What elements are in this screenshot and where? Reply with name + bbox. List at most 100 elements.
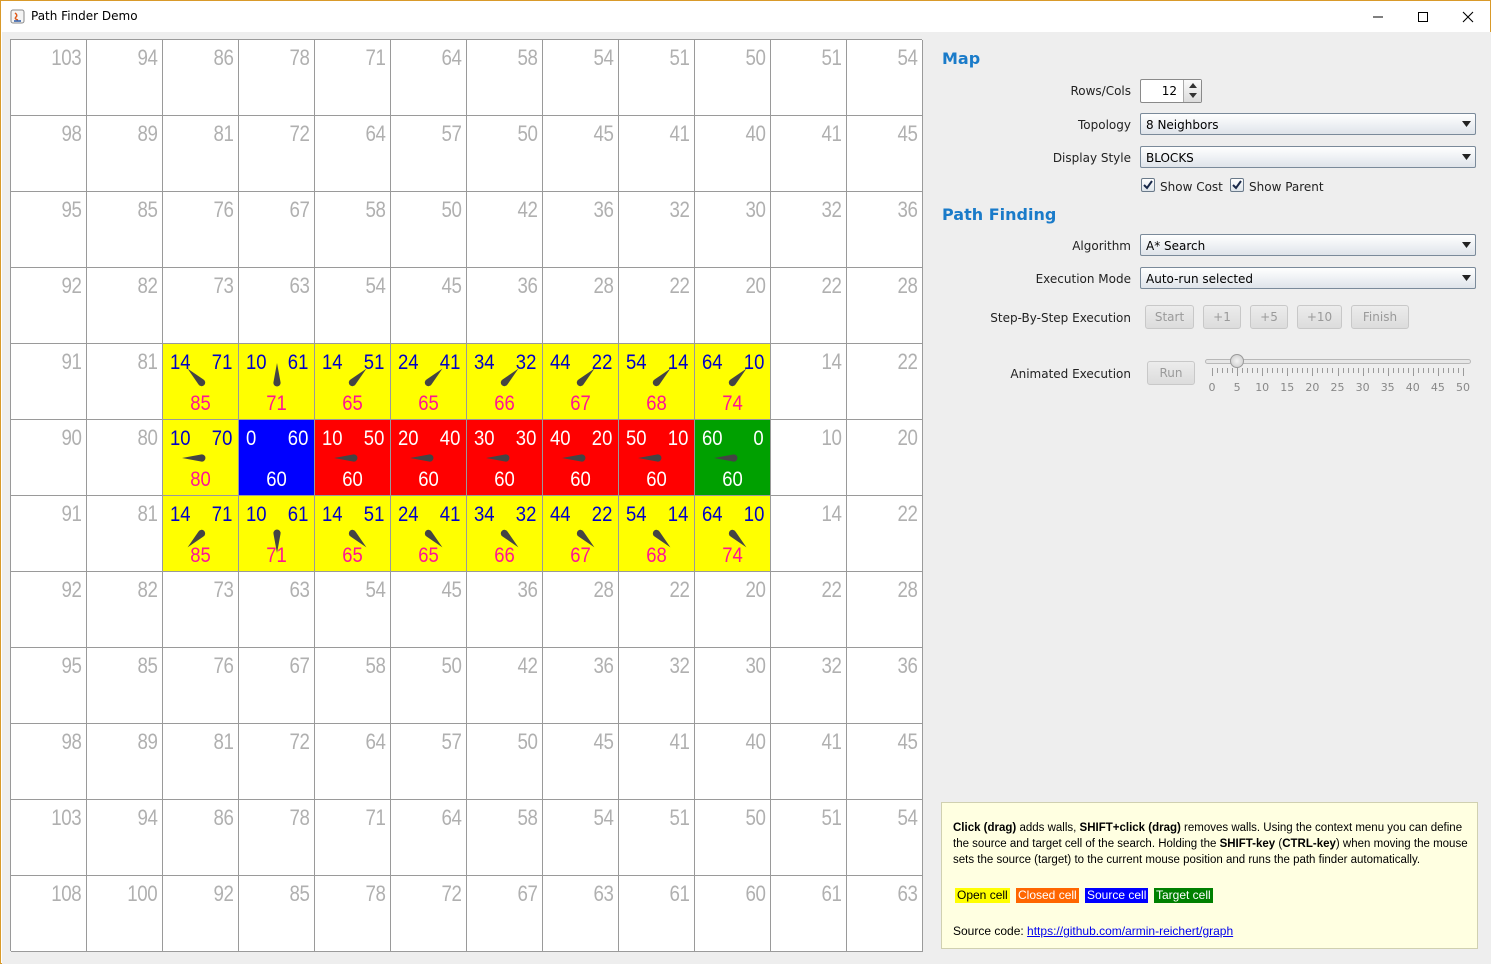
- grid-cell[interactable]: 64: [391, 800, 467, 876]
- grid-cell[interactable]: 64: [315, 724, 391, 800]
- step-plus1-button[interactable]: +1: [1203, 305, 1241, 329]
- grid-cell[interactable]: 95: [11, 648, 87, 724]
- grid-cell[interactable]: 30: [695, 648, 771, 724]
- open-cell[interactable]: 14 71 85: [163, 496, 239, 572]
- spinner-down-icon[interactable]: [1189, 93, 1197, 98]
- grid-cell[interactable]: 36: [847, 648, 923, 724]
- grid-cell[interactable]: 72: [239, 116, 315, 192]
- step-plus10-button[interactable]: +10: [1297, 305, 1342, 329]
- algorithm-combo[interactable]: A* Search: [1140, 234, 1476, 256]
- grid-cell[interactable]: 92: [11, 268, 87, 344]
- closed-cell[interactable]: 40 20 60: [543, 420, 619, 496]
- open-cell[interactable]: 34 32 66: [467, 496, 543, 572]
- grid-cell[interactable]: 51: [771, 40, 847, 116]
- grid-cell[interactable]: 91: [11, 496, 87, 572]
- open-cell[interactable]: 54 14 68: [619, 344, 695, 420]
- closed-cell[interactable]: 50 10 60: [619, 420, 695, 496]
- grid-cell[interactable]: 85: [87, 192, 163, 268]
- open-cell[interactable]: 34 32 66: [467, 344, 543, 420]
- grid-cell[interactable]: 81: [87, 496, 163, 572]
- grid-cell[interactable]: 81: [87, 344, 163, 420]
- chevron-down-icon[interactable]: [1458, 236, 1474, 254]
- grid-cell[interactable]: 71: [315, 800, 391, 876]
- grid-cell[interactable]: 50: [391, 192, 467, 268]
- grid-cell[interactable]: 67: [239, 648, 315, 724]
- grid-cell[interactable]: 63: [847, 876, 923, 952]
- grid-cell[interactable]: 42: [467, 192, 543, 268]
- rows-cols-spinner[interactable]: 12: [1140, 79, 1202, 103]
- grid-cell[interactable]: 36: [467, 572, 543, 648]
- open-cell[interactable]: 54 14 68: [619, 496, 695, 572]
- open-cell[interactable]: 64 10 74: [695, 344, 771, 420]
- grid-cell[interactable]: 81: [163, 116, 239, 192]
- grid-cell[interactable]: 51: [619, 40, 695, 116]
- grid-cell[interactable]: 76: [163, 192, 239, 268]
- grid-cell[interactable]: 41: [771, 116, 847, 192]
- grid-cell[interactable]: 22: [619, 268, 695, 344]
- grid-cell[interactable]: 92: [163, 876, 239, 952]
- grid-cell[interactable]: 45: [847, 724, 923, 800]
- grid-cell[interactable]: 54: [847, 40, 923, 116]
- open-cell[interactable]: 10 61 71: [239, 344, 315, 420]
- grid-cell[interactable]: 45: [391, 572, 467, 648]
- source-code-link[interactable]: https://github.com/armin-reichert/graph: [1027, 924, 1233, 938]
- grid-cell[interactable]: 91: [11, 344, 87, 420]
- closed-cell[interactable]: 10 50 60: [315, 420, 391, 496]
- grid-cell[interactable]: 78: [315, 876, 391, 952]
- grid-cell[interactable]: 22: [771, 268, 847, 344]
- open-cell[interactable]: 44 22 67: [543, 344, 619, 420]
- grid-cell[interactable]: 92: [11, 572, 87, 648]
- grid-cell[interactable]: 32: [771, 192, 847, 268]
- grid-cell[interactable]: 14: [771, 496, 847, 572]
- spinner-arrows[interactable]: [1183, 80, 1201, 102]
- grid-cell[interactable]: 94: [87, 40, 163, 116]
- grid-cell[interactable]: 67: [239, 192, 315, 268]
- grid-cell[interactable]: 41: [619, 116, 695, 192]
- speed-slider-thumb[interactable]: [1230, 354, 1245, 368]
- open-cell[interactable]: 24 41 65: [391, 344, 467, 420]
- grid-cell[interactable]: 20: [695, 268, 771, 344]
- open-cell[interactable]: 64 10 74: [695, 496, 771, 572]
- grid-cell[interactable]: 10: [771, 420, 847, 496]
- grid-cell[interactable]: 71: [315, 40, 391, 116]
- grid-cell[interactable]: 51: [619, 800, 695, 876]
- grid-cell[interactable]: 36: [467, 268, 543, 344]
- title-bar[interactable]: Path Finder Demo: [1, 1, 1490, 32]
- minimize-button[interactable]: [1355, 1, 1401, 32]
- grid-cell[interactable]: 22: [771, 572, 847, 648]
- grid-cell[interactable]: 72: [391, 876, 467, 952]
- display-style-combo[interactable]: BLOCKS: [1140, 146, 1476, 168]
- grid-cell[interactable]: 54: [543, 40, 619, 116]
- grid-cell[interactable]: 54: [543, 800, 619, 876]
- step-start-button[interactable]: Start: [1145, 305, 1194, 329]
- grid-cell[interactable]: 67: [467, 876, 543, 952]
- grid-cell[interactable]: 63: [239, 268, 315, 344]
- grid-cell[interactable]: 73: [163, 572, 239, 648]
- grid-cell[interactable]: 85: [87, 648, 163, 724]
- grid-cell[interactable]: 61: [619, 876, 695, 952]
- grid-cell[interactable]: 32: [619, 192, 695, 268]
- grid-cell[interactable]: 54: [847, 800, 923, 876]
- open-cell[interactable]: 10 70 80: [163, 420, 239, 496]
- grid-cell[interactable]: 40: [695, 116, 771, 192]
- grid-cell[interactable]: 50: [695, 800, 771, 876]
- grid-cell[interactable]: 58: [315, 648, 391, 724]
- run-button[interactable]: Run: [1147, 361, 1195, 385]
- grid-cell[interactable]: 42: [467, 648, 543, 724]
- open-cell[interactable]: 14 71 85: [163, 344, 239, 420]
- maximize-button[interactable]: [1400, 1, 1446, 32]
- grid-cell[interactable]: 81: [163, 724, 239, 800]
- open-cell[interactable]: 14 51 65: [315, 344, 391, 420]
- grid-cell[interactable]: 60: [695, 876, 771, 952]
- grid-cell[interactable]: 89: [87, 116, 163, 192]
- grid-cell[interactable]: 64: [391, 40, 467, 116]
- grid-cell[interactable]: 86: [163, 40, 239, 116]
- grid-cell[interactable]: 28: [543, 572, 619, 648]
- grid-cell[interactable]: 80: [87, 420, 163, 496]
- speed-slider-track[interactable]: [1205, 359, 1471, 364]
- grid-cell[interactable]: 108: [11, 876, 87, 952]
- show-cost-checkbox[interactable]: [1141, 178, 1155, 192]
- grid-cell[interactable]: 14: [771, 344, 847, 420]
- spinner-up-icon[interactable]: [1189, 83, 1197, 88]
- step-finish-button[interactable]: Finish: [1351, 305, 1409, 329]
